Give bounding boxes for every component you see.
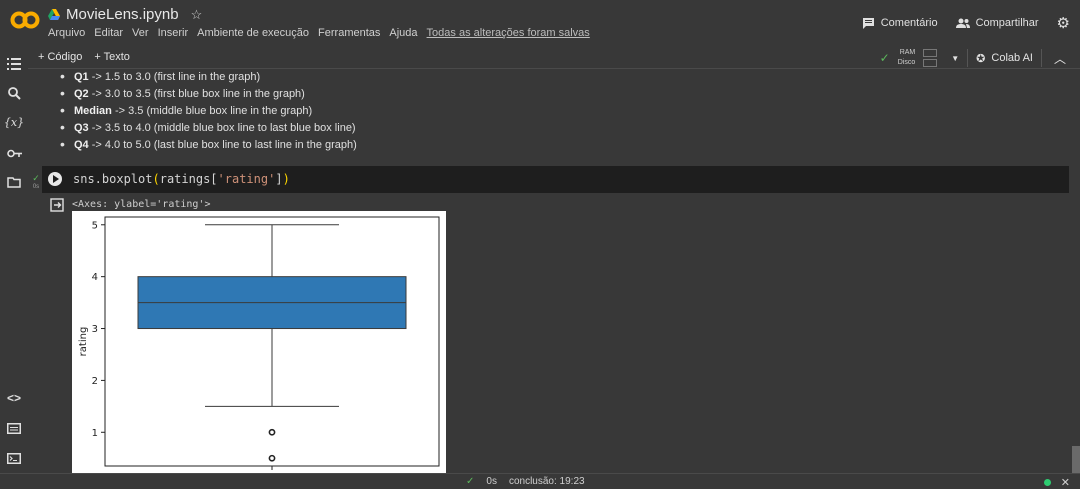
terminal-icon[interactable] — [6, 450, 22, 466]
output-actions-icon[interactable] — [50, 198, 64, 212]
secrets-key-icon[interactable] — [6, 145, 22, 161]
ram-bar — [923, 49, 938, 57]
resource-labels[interactable]: RAM Disco — [898, 48, 916, 68]
ram-label: RAM — [899, 49, 916, 56]
colab-logo-icon[interactable] — [10, 9, 40, 31]
outlier-point — [268, 454, 276, 462]
table-of-contents-icon[interactable] — [6, 56, 22, 72]
scrollbar-thumb[interactable] — [1072, 446, 1080, 473]
list-item: Q2 -> 3.0 to 3.5 (first blue box line in… — [60, 85, 357, 103]
y-tick-label: 4 — [92, 272, 98, 283]
menu-ajuda[interactable]: Ajuda — [389, 27, 417, 39]
add-code-button[interactable]: + Código — [38, 51, 82, 63]
y-tick-label: 5 — [92, 220, 98, 231]
list-item: Q1 -> 1.5 to 3.0 (first line in the grap… — [60, 69, 357, 86]
notebook-content: Q1 -> 1.5 to 3.0 (first line in the grap… — [28, 69, 1080, 473]
list-item: Q3 -> 3.5 to 4.0 (middle blue box line t… — [60, 119, 357, 137]
connected-check-icon: ✓ — [879, 51, 890, 65]
cell-exec-status: ✓ 0s — [30, 173, 42, 190]
runtime-dropdown-icon[interactable]: ▼ — [951, 54, 959, 63]
share-label: Compartilhar — [975, 17, 1039, 29]
colab-ai-button[interactable]: ✪ Colab AI — [976, 52, 1033, 65]
status-bar: ✓ 0s conclusão: 19:23 ✕ — [0, 473, 1080, 489]
disk-bar — [923, 59, 938, 67]
menu-ambiente[interactable]: Ambiente de execução — [197, 27, 309, 39]
y-tick-label: 3 — [92, 324, 98, 335]
resource-bars[interactable] — [923, 49, 938, 67]
notebook-toolbar: + Código + Texto ✓ RAM Disco ▼ ✪ Colab A… — [28, 46, 1080, 69]
comment-icon — [862, 18, 874, 29]
connection-status-dot — [1043, 479, 1051, 486]
drive-icon — [48, 9, 60, 20]
menu-inserir[interactable]: Inserir — [158, 27, 189, 39]
status-time: 0s — [486, 476, 497, 487]
toolbar-divider — [1040, 49, 1042, 67]
colab-ai-icon: ✪ — [976, 52, 986, 65]
toolbar-divider — [967, 49, 969, 67]
y-tick-label: 2 — [92, 376, 98, 387]
close-icon[interactable]: ✕ — [1061, 476, 1070, 489]
add-text-button[interactable]: + Texto — [94, 51, 130, 63]
collapse-chevron-up-icon[interactable]: ︿ — [1054, 50, 1066, 67]
disk-label: Disco — [897, 59, 916, 66]
code-cell[interactable]: sns.boxplot(ratings['rating']) — [42, 166, 1069, 193]
menu-bar: Arquivo Editar Ver Inserir Ambiente de e… — [48, 27, 590, 39]
search-icon[interactable] — [6, 85, 22, 101]
comment-label: Comentário — [880, 17, 938, 29]
menu-arquivo[interactable]: Arquivo — [48, 27, 85, 39]
menu-ferramentas[interactable]: Ferramentas — [318, 27, 380, 39]
status-completion: conclusão: 19:23 — [508, 476, 585, 487]
variables-icon[interactable]: {x} — [4, 114, 24, 130]
exec-check-icon: ✓ — [32, 173, 40, 183]
notebook-title[interactable]: MovieLens.ipynb — [66, 6, 179, 23]
star-icon[interactable]: ☆ — [191, 7, 203, 23]
code-editor[interactable]: sns.boxplot(ratings['rating']) — [73, 172, 290, 186]
menu-editar[interactable]: Editar — [94, 27, 123, 39]
y-tick-label: 1 — [92, 428, 98, 439]
code-snippets-icon[interactable]: <> — [6, 390, 22, 406]
files-folder-icon[interactable] — [6, 174, 22, 190]
status-check-icon: ✓ — [466, 476, 475, 487]
menu-ver[interactable]: Ver — [132, 27, 149, 39]
exec-time: 0s — [32, 184, 40, 190]
outlier-point — [268, 428, 276, 436]
saved-status-link[interactable]: Todas as alterações foram salvas — [427, 27, 590, 39]
markdown-cell[interactable]: Q1 -> 1.5 to 3.0 (first line in the grap… — [60, 69, 357, 154]
list-item: Median -> 3.5 (middle blue box line in t… — [60, 102, 357, 120]
command-palette-icon[interactable] — [6, 420, 22, 436]
boxplot-svg: 1 2 3 4 5 rating — [78, 216, 440, 470]
people-icon — [955, 18, 970, 28]
comment-button[interactable]: Comentário — [862, 17, 938, 29]
share-button[interactable]: Compartilhar — [955, 17, 1039, 29]
left-sidebar: {x} <> — [0, 46, 28, 489]
boxplot-figure: 1 2 3 4 5 rating — [72, 211, 446, 473]
y-axis-label: rating — [78, 327, 89, 357]
settings-gear-icon[interactable]: ⚙ — [1057, 14, 1070, 32]
app-header: MovieLens.ipynb ☆ Arquivo Editar Ver Ins… — [0, 0, 1080, 46]
output-text: <Axes: ylabel='rating'> — [72, 199, 211, 210]
colab-ai-label: Colab AI — [991, 52, 1033, 64]
run-cell-button[interactable] — [48, 172, 62, 186]
list-item: Q4 -> 4.0 to 5.0 (last blue box line to … — [60, 136, 357, 154]
